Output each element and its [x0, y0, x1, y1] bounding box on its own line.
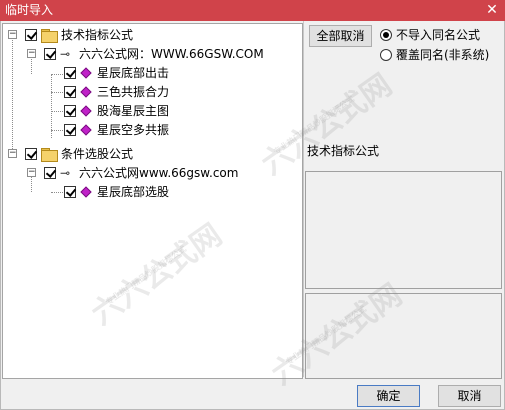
item-checkbox[interactable] — [64, 86, 76, 98]
source-label: 六六公式网：WWW.66GSW.COM — [79, 47, 264, 61]
group-checkbox[interactable] — [25, 148, 37, 160]
item-checkbox[interactable] — [64, 105, 76, 117]
formula-icon — [80, 186, 92, 198]
formula-icon — [80, 124, 92, 136]
pane-separator — [303, 21, 304, 377]
list-item[interactable]: 星辰空多共振 — [3, 121, 302, 139]
formula-tree[interactable]: − 技术指标公式 − ⊸ 六六公式网：WWW.66GSW.COM 星辰底部出击 … — [2, 23, 303, 379]
list-item[interactable]: 星辰底部选股 — [3, 183, 302, 201]
item-checkbox[interactable] — [64, 124, 76, 136]
deselect-all-button[interactable]: 全部取消 — [309, 25, 372, 47]
detail-category-label: 技术指标公式 — [307, 144, 380, 158]
window-title: 临时导入 — [5, 3, 54, 17]
item-checkbox[interactable] — [64, 186, 76, 198]
no-import-label: 不导入同名公式 — [396, 28, 481, 42]
formula-icon — [80, 67, 92, 79]
tree-source-selection[interactable]: − ⊸ 六六公式网www.66gsw.com — [3, 164, 302, 182]
description-panel — [305, 293, 502, 379]
item-label: 星辰底部出击 — [97, 66, 170, 80]
collapse-icon[interactable]: − — [27, 168, 36, 177]
group-label: 条件选股公式 — [61, 147, 134, 161]
tree-group-selection[interactable]: − 条件选股公式 — [3, 145, 302, 163]
source-checkbox[interactable] — [44, 167, 56, 179]
folder-icon — [41, 148, 58, 162]
ok-button[interactable]: 确定 — [357, 385, 420, 407]
no-import-radio[interactable] — [380, 29, 392, 41]
detail-panel — [305, 171, 502, 289]
title-bar: 临时导入 ✕ — [0, 0, 505, 21]
item-label: 星辰空多共振 — [97, 123, 170, 137]
source-checkbox[interactable] — [44, 48, 56, 60]
item-label: 星辰底部选股 — [97, 185, 170, 199]
cancel-button[interactable]: 取消 — [438, 385, 501, 407]
item-label: 三色共振合力 — [97, 85, 170, 99]
collapse-icon[interactable]: − — [8, 30, 17, 39]
tree-source-technical[interactable]: − ⊸ 六六公式网：WWW.66GSW.COM — [3, 45, 302, 63]
key-icon: ⊸ — [60, 166, 71, 180]
item-checkbox[interactable] — [64, 67, 76, 79]
formula-icon — [80, 86, 92, 98]
list-item[interactable]: 股海星辰主图 — [3, 102, 302, 120]
tree-group-technical[interactable]: − 技术指标公式 — [3, 26, 302, 44]
close-icon[interactable]: ✕ — [483, 1, 501, 19]
source-label: 六六公式网www.66gsw.com — [79, 166, 239, 180]
group-checkbox[interactable] — [25, 29, 37, 41]
overwrite-label: 覆盖同名(非系统) — [396, 48, 490, 62]
collapse-icon[interactable]: − — [8, 149, 17, 158]
list-item[interactable]: 星辰底部出击 — [3, 64, 302, 82]
folder-icon — [41, 29, 58, 43]
collapse-icon[interactable]: − — [27, 49, 36, 58]
formula-icon — [80, 105, 92, 117]
list-item[interactable]: 三色共振合力 — [3, 83, 302, 101]
key-icon: ⊸ — [60, 47, 71, 61]
overwrite-radio[interactable] — [380, 49, 392, 61]
group-label: 技术指标公式 — [61, 28, 134, 42]
item-label: 股海星辰主图 — [97, 104, 170, 118]
